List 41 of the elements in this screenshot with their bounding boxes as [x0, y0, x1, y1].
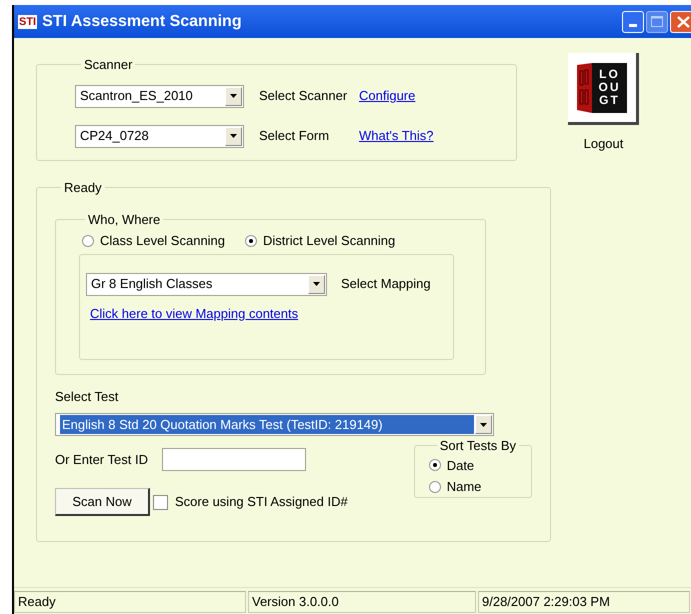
- window-title: STI Assessment Scanning: [42, 12, 243, 32]
- dropdown-field[interactable]: Gr 8 English Classes: [86, 272, 327, 296]
- status-panel: Ready: [14, 591, 246, 613]
- test-dropdown[interactable]: English 8 Std 20 Quotation Marks Test (TestID: 219149): [55, 413, 494, 436]
- radio-button[interactable]: District Level Scanning: [245, 231, 396, 250]
- minimize-button[interactable]: [622, 10, 644, 32]
- group-title: Who, Where: [87, 210, 162, 228]
- field-label: Select Scanner: [259, 87, 348, 106]
- link[interactable]: What's This?: [359, 126, 434, 146]
- close-icon: [676, 16, 690, 28]
- caret-icon: [230, 94, 237, 98]
- checkbox-label: Score using STI Assigned ID#: [175, 493, 348, 512]
- group-title: Ready: [63, 179, 103, 197]
- scan-now-button[interactable]: Scan Now: [55, 488, 150, 516]
- status-panel: 9/28/2007 2:29:03 PM: [478, 591, 690, 613]
- app-icon: STI: [18, 14, 38, 28]
- status-panel: Version 3.0.0.0: [248, 591, 476, 613]
- field-label: Select Test: [55, 388, 118, 406]
- field-label: Select Mapping: [341, 275, 431, 294]
- logout-label: Logout: [584, 135, 624, 153]
- field-label: Or Enter Test ID: [55, 450, 148, 469]
- radio-button[interactable]: Date: [428, 456, 531, 475]
- logout-button[interactable]: LO OU GT: [568, 53, 639, 125]
- mapping-link[interactable]: Click here to view Mapping contents: [90, 304, 298, 323]
- test-id-field[interactable]: [162, 448, 306, 471]
- group-title: Sort Tests By: [438, 437, 518, 455]
- radio-button[interactable]: Class Level Scanning: [82, 231, 226, 250]
- maximize-button[interactable]: [646, 10, 668, 32]
- caret-icon: [313, 282, 320, 286]
- minimize-icon: [629, 24, 637, 26]
- dropdown-field[interactable]: CP24_0728: [75, 124, 244, 148]
- field-label: Select Form: [259, 127, 330, 146]
- caret-icon: [480, 422, 487, 426]
- group-title: Scanner: [83, 56, 134, 74]
- checkbox[interactable]: [153, 494, 168, 510]
- close-button[interactable]: [670, 10, 691, 32]
- dropdown-field[interactable]: Scantron_ES_2010: [75, 84, 244, 108]
- radio-button[interactable]: Name: [428, 477, 531, 496]
- maximize-icon: [651, 16, 663, 27]
- link[interactable]: Configure: [359, 86, 416, 106]
- caret-icon: [230, 134, 237, 138]
